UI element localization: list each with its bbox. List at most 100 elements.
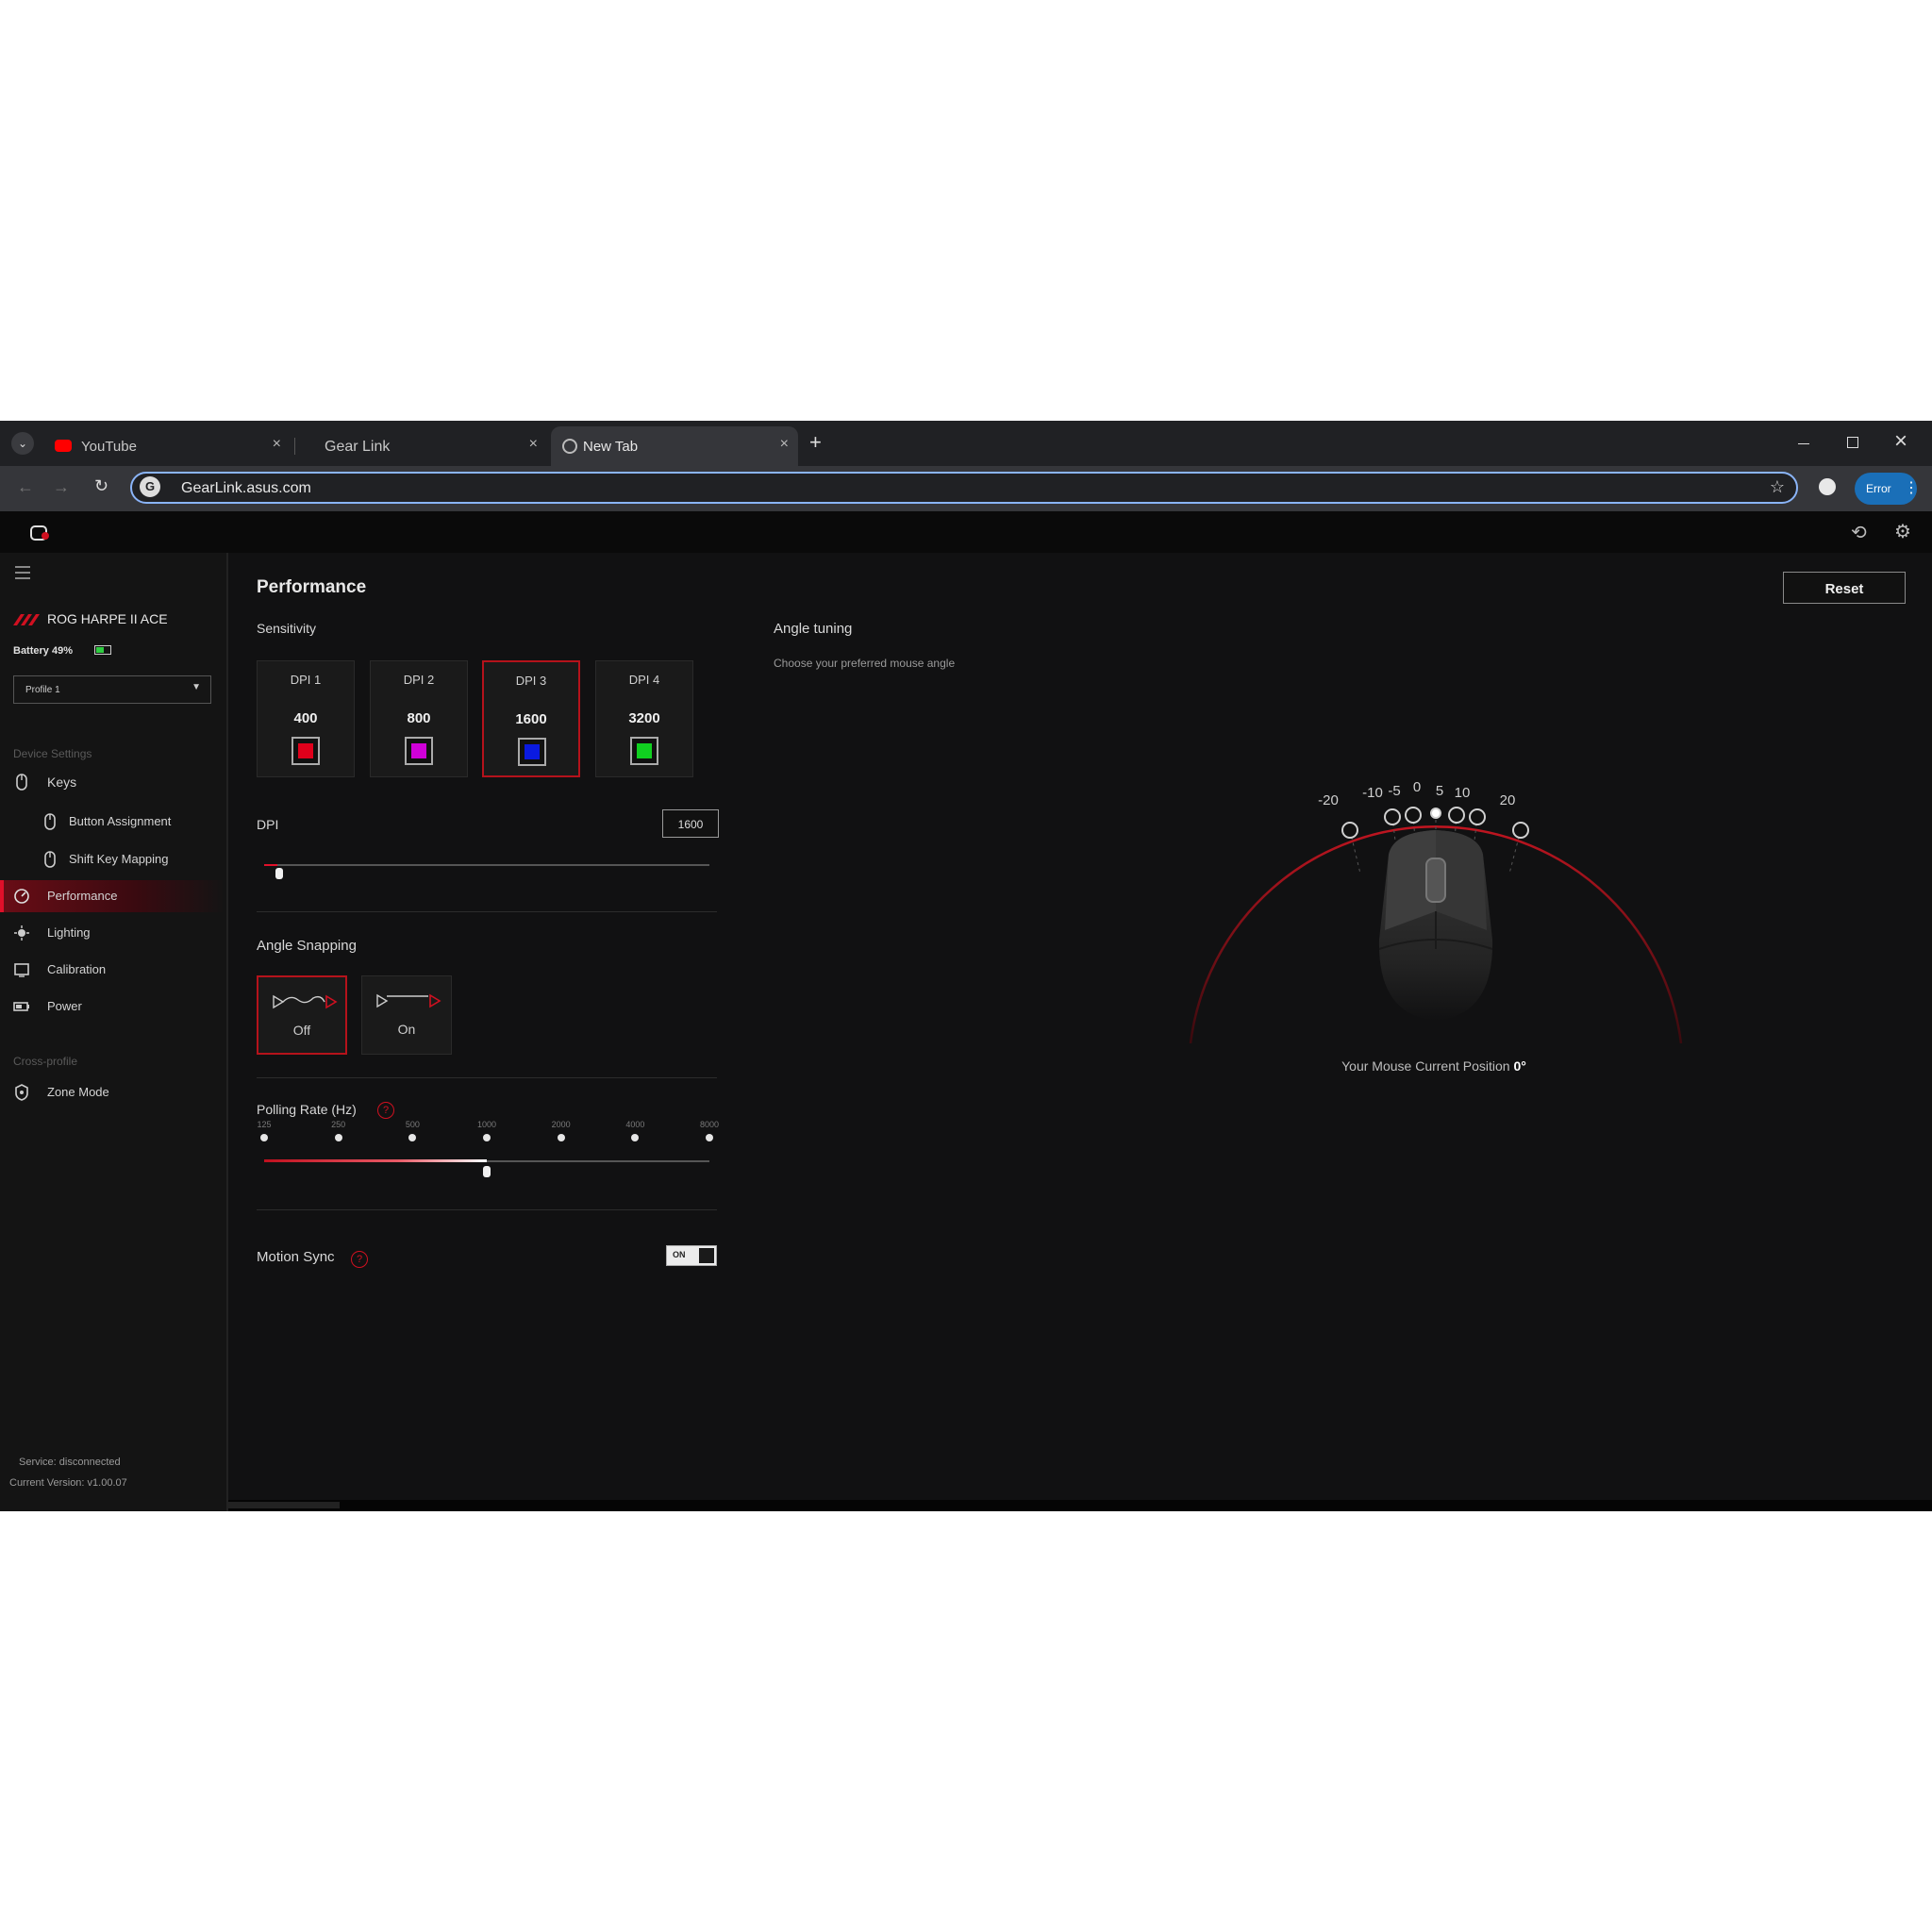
site-info-icon: G [140,476,160,497]
bookmark-star-icon[interactable]: ☆ [1770,477,1785,497]
help-icon[interactable]: ? [351,1251,368,1268]
gear-icon[interactable]: ⚙ [1894,520,1911,543]
sync-icon[interactable]: ⟲ [1851,521,1867,544]
angle-marker-20[interactable] [1512,822,1529,839]
version-text: Current Version: v1.00.07 [9,1477,127,1489]
forward-arrow-icon[interactable]: → [53,477,70,497]
divider [257,911,717,912]
reset-label: Reset [1824,581,1864,597]
hamburger-menu-icon[interactable] [15,566,30,579]
toggle-state: ON [673,1250,686,1259]
device-tab-icon[interactable] [19,515,62,556]
polling-slider-thumb[interactable] [483,1166,491,1177]
nav-label: Button Assignment [69,814,172,828]
tab-search-button[interactable]: ⌄ [11,432,34,455]
cross-profile-heading: Cross-profile [13,1055,78,1068]
nav-label: Keys [47,774,77,790]
dpi-value-input[interactable]: 1600 [662,809,719,838]
dpi-stage-4[interactable]: DPI 4 3200 [595,660,693,777]
nav-label: Power [47,999,82,1013]
nav-shift-key-mapping[interactable]: Shift Key Mapping [0,843,225,875]
angle-tuning-title: Angle tuning [774,621,853,637]
reload-icon[interactable]: ↻ [94,476,108,496]
nav-calibration[interactable]: Calibration [0,954,225,986]
close-icon[interactable]: × [780,436,789,453]
angle-marker--5[interactable] [1405,807,1422,824]
dpi-stage-name: DPI 2 [403,673,435,687]
nav-power[interactable]: Power [0,991,225,1023]
minimize-icon[interactable] [1798,443,1809,444]
device-name: ROG HARPE II ACE [47,611,168,626]
tab-separator [294,438,295,455]
polling-rate-tick[interactable] [260,1134,268,1141]
profile-icon[interactable] [1819,478,1836,495]
dpi-slider[interactable] [264,858,709,879]
back-arrow-icon[interactable]: ← [17,477,34,497]
polling-rate-tick-label: 4000 [625,1120,645,1129]
tab-new-tab[interactable]: New Tab × [551,426,798,466]
snapping-option-label: On [397,1022,416,1037]
motion-sync-toggle[interactable]: ON [666,1245,717,1266]
page-title: Performance [257,577,367,597]
angle-marker-label: 10 [1454,785,1471,801]
polling-rate-tick[interactable] [334,1134,342,1141]
angle-marker-10[interactable] [1469,808,1486,825]
omnibox[interactable]: G GearLink.asus.com ☆ [130,472,1798,504]
polling-rate-tick-label: 8000 [699,1120,720,1129]
nav-button-assignment[interactable]: Button Assignment [0,806,225,838]
battery-icon [94,645,111,655]
sidebar: ROG HARPE II ACE Battery 49% Profile 1 ▼… [0,553,228,1511]
bottom-scrollbar[interactable] [228,1500,1932,1511]
dropdown-arrow-icon: ▼ [192,682,201,692]
angle-marker--10[interactable] [1384,808,1401,825]
angle-marker--20[interactable] [1341,822,1358,839]
mouse-position-readout: Your Mouse Current Position 0° [1245,1058,1623,1074]
close-icon[interactable]: × [529,436,538,453]
nav-keys[interactable]: Keys [0,766,225,798]
polling-rate-tick[interactable] [706,1134,713,1141]
mouse-icon [44,851,56,868]
help-icon[interactable]: ? [377,1102,394,1119]
polling-rate-tick[interactable] [557,1134,565,1141]
dpi-color-swatch[interactable] [291,737,320,765]
dpi-color-swatch[interactable] [518,738,546,766]
address-bar: ← → ↻ G GearLink.asus.com ☆ Error ⋮ [0,466,1932,511]
angle-marker-0[interactable] [1430,808,1441,819]
nav-zone-mode[interactable]: Zone Mode [0,1076,225,1108]
dpi-color-swatch[interactable] [630,737,658,765]
dpi-stage-3[interactable]: DPI 3 1600 [482,660,580,777]
reset-button[interactable]: Reset [1783,572,1906,604]
nav-label: Lighting [47,925,91,940]
maximize-icon[interactable] [1847,437,1858,448]
close-window-icon[interactable]: × [1894,428,1907,455]
dpi-slider-thumb[interactable] [275,868,284,879]
angle-marker-5[interactable] [1448,807,1465,824]
dpi-stage-name: DPI 4 [628,673,660,687]
angle-snapping-on[interactable]: On [361,975,452,1055]
snapping-on-icon [376,993,441,1008]
tab-gear-link[interactable]: Gear Link × [300,426,547,466]
snapping-option-label: Off [292,1023,311,1038]
url-text[interactable]: GearLink.asus.com [181,480,311,497]
zone-icon [15,1084,28,1101]
nav-lighting[interactable]: Lighting [0,917,225,949]
new-tab-button[interactable]: + [809,430,822,455]
position-value: 0° [1513,1058,1526,1074]
browser-window: ⌄ YouTube × Gear Link × New Tab × + × ← … [0,421,1932,1511]
polling-rate-tick[interactable] [483,1134,491,1141]
error-button[interactable]: Error ⋮ [1855,473,1919,505]
tab-strip: ⌄ YouTube × Gear Link × New Tab × + × [0,421,1932,466]
dpi-color-swatch[interactable] [405,737,433,765]
calibration-icon [14,963,29,977]
profile-dropdown[interactable]: Profile 1 ▼ [13,675,211,704]
angle-snapping-off[interactable]: Off [257,975,347,1055]
dpi-stage-1[interactable]: DPI 1 400 [257,660,355,777]
kebab-menu-icon: ⋮ [1904,480,1919,496]
chevron-down-icon: ⌄ [17,437,28,450]
polling-rate-tick-label: 1000 [476,1120,497,1129]
device-settings-heading: Device Settings [13,747,92,760]
nav-performance[interactable]: Performance [0,880,225,912]
close-icon[interactable]: × [273,436,281,453]
tab-youtube[interactable]: YouTube × [43,426,291,466]
dpi-stage-2[interactable]: DPI 2 800 [370,660,468,777]
